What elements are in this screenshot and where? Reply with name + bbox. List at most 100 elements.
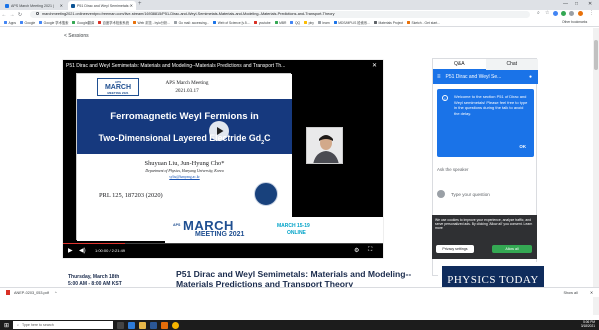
slide-title-line2: Two-Dimensional Layered Electride Gd2C (98, 133, 271, 146)
task-view-icon[interactable] (117, 321, 125, 329)
bookmark-item[interactable]: Materials Project (373, 20, 404, 25)
bookmark-label: Materials Project (378, 20, 404, 25)
show-all-button[interactable]: Show all (563, 291, 577, 295)
back-icon[interactable]: ← (0, 12, 8, 18)
bookmark-favicon-icon (98, 21, 102, 24)
question-input[interactable]: Type your question (437, 187, 534, 201)
bookmark-item[interactable]: Sketch - Get start... (407, 21, 440, 25)
browser-tab[interactable]: APS March Meeting 2021 | ✕ (2, 1, 66, 10)
tab-title: APS March Meeting 2021 | (11, 3, 54, 8)
close-download-bar-icon[interactable]: ✕ (590, 290, 593, 295)
video-controls: ▶ ◀) 1:00:00 / 2:21:49 ⚙ ⛶ (63, 244, 383, 258)
other-bookmarks[interactable]: Other bookmarks (562, 20, 587, 24)
reload-icon[interactable]: ↻ (16, 12, 24, 18)
menu-dots-icon[interactable]: ⋮ (589, 10, 594, 16)
browser-tab-active[interactable]: P51 Dirac and Weyl Semimetals: ✕ (68, 1, 136, 10)
tab-chat[interactable]: Chat (485, 59, 538, 70)
extension-icon[interactable] (553, 11, 558, 16)
privacy-settings-button[interactable]: Privacy settings (436, 245, 474, 253)
bookmark-favicon-icon (274, 21, 278, 24)
windows-start-icon[interactable]: ⊞ (4, 322, 9, 329)
time-display: 1:00:00 / 2:21:49 (95, 248, 126, 253)
bookmark-label: Web of Science [v.5.... (217, 20, 251, 25)
bookmark-item[interactable]: Web of Science [v.5.... (213, 21, 250, 25)
ok-button[interactable]: OK (519, 144, 526, 149)
search-icon: ⌕ (17, 323, 20, 327)
bookmark-star-icon[interactable]: ☆ (545, 10, 549, 16)
bookmark-label: Web 浏览 - bylo分析... (137, 21, 171, 25)
bookmark-item[interactable]: learn (317, 21, 330, 25)
address-toolbar: ← → ↻ marchmeeting2021.onlineeventpro.fr… (0, 10, 599, 19)
volume-icon[interactable]: ◀) (79, 247, 86, 254)
cookie-banner: We use cookies to improve your experienc… (432, 215, 537, 259)
banner-aps: APS (173, 223, 181, 227)
word-icon[interactable] (150, 321, 158, 329)
user-icon[interactable]: ● (529, 70, 532, 84)
chrome-icon[interactable] (172, 321, 180, 329)
bookmark-label: MBR (279, 20, 287, 25)
bookmark-label: MDS/MPLIS 检索系... (338, 21, 370, 25)
close-tab-icon[interactable]: ✕ (60, 3, 63, 8)
bookmark-label: Go mail: accessing... (178, 20, 210, 25)
app-icon[interactable] (161, 321, 169, 329)
bookmark-label: Apps (8, 20, 17, 25)
windows-taskbar: ⊞ ⌕ Type here to search 5:06 PM 3/18/202… (0, 320, 599, 330)
hamburger-menu-icon[interactable]: ≡ (437, 70, 441, 84)
bookmark-favicon-icon (174, 21, 178, 24)
settings-gear-icon[interactable]: ⚙ (354, 247, 359, 254)
tab-qa[interactable]: Q&A (433, 59, 486, 70)
bookmark-item[interactable]: MBR (274, 20, 287, 25)
slide-affiliation: Department of Physics, Hanyang Universit… (145, 169, 224, 173)
play-pause-icon[interactable]: ▶ (68, 247, 73, 254)
bookmark-favicon-icon (333, 21, 337, 24)
clock-date: 3/18/2021 (580, 324, 595, 328)
bookmark-item[interactable]: QQ (290, 21, 300, 25)
close-window-icon[interactable]: ✕ (588, 1, 592, 7)
bookmark-label: 百度学术检索系统 (102, 21, 130, 25)
play-button[interactable] (209, 121, 229, 141)
lock-icon (36, 12, 39, 15)
question-placeholder: Type your question (451, 191, 490, 197)
bookmark-item[interactable]: Go mail: accessing... (174, 21, 209, 25)
download-filename[interactable]: ANEP-0203_053.pdf (14, 291, 49, 295)
bookmark-item[interactable]: youtube (254, 21, 271, 25)
slide-header: APS MARCH MEETING 2021 APS March Meeting… (77, 74, 292, 99)
allow-all-button[interactable]: Allow all (492, 245, 532, 253)
file-explorer-icon[interactable] (139, 321, 147, 329)
url-bar[interactable]: marchmeeting2021.onlineeventpro.freeman.… (30, 11, 530, 18)
bookmark-item[interactable]: MDS/MPLIS 检索系... (333, 20, 370, 25)
extension-icon[interactable] (569, 11, 574, 16)
speaker-webcam (306, 127, 343, 164)
edge-icon[interactable] (128, 321, 136, 329)
scrollbar-thumb[interactable] (594, 40, 598, 70)
minimize-icon[interactable]: — (563, 1, 568, 7)
bookmark-item[interactable]: Google翻译 (72, 20, 94, 25)
close-icon[interactable]: ✕ (372, 60, 377, 72)
bookmark-item[interactable]: Google 学术搜索 (39, 20, 68, 25)
bookmark-item[interactable]: Google (20, 21, 35, 25)
forward-icon[interactable]: → (8, 12, 16, 18)
bookmark-item[interactable]: pby (304, 21, 314, 25)
bookmark-item[interactable]: 百度学术检索系统 (98, 20, 129, 25)
bookmark-item[interactable]: Web 浏览 - bylo分析... (133, 20, 170, 25)
page-scrollbar[interactable] (593, 28, 599, 315)
profile-avatar[interactable] (578, 11, 583, 16)
university-seal (254, 182, 278, 206)
taskbar-search[interactable]: ⌕ Type here to search (13, 321, 114, 329)
bookmark-favicon-icon (304, 21, 308, 24)
zoom-icon[interactable]: ⌕ (537, 10, 540, 16)
maximize-icon[interactable]: □ (575, 1, 578, 7)
slide-title-line1: Ferromagnetic Weyl Fermions in (110, 111, 259, 122)
tab-title: P51 Dirac and Weyl Semimetals: (77, 3, 130, 8)
slide-reference: PRL 125, 187203 (2020) (99, 192, 163, 199)
system-clock[interactable]: 5:06 PM 3/18/2021 (580, 320, 595, 329)
fullscreen-icon[interactable]: ⛶ (368, 247, 372, 254)
sessions-back-link[interactable]: < Sessions (64, 33, 89, 39)
extension-icon[interactable] (561, 11, 566, 16)
new-tab-button[interactable]: + (138, 1, 142, 7)
chevron-up-icon[interactable]: ^ (55, 291, 57, 295)
bookmark-item[interactable]: Apps (4, 21, 16, 25)
chat-header-bar: ≡ P51 Dirac and Weyl Se... ● (433, 70, 538, 84)
close-tab-icon[interactable]: ✕ (130, 3, 133, 8)
info-icon: i (442, 95, 448, 101)
